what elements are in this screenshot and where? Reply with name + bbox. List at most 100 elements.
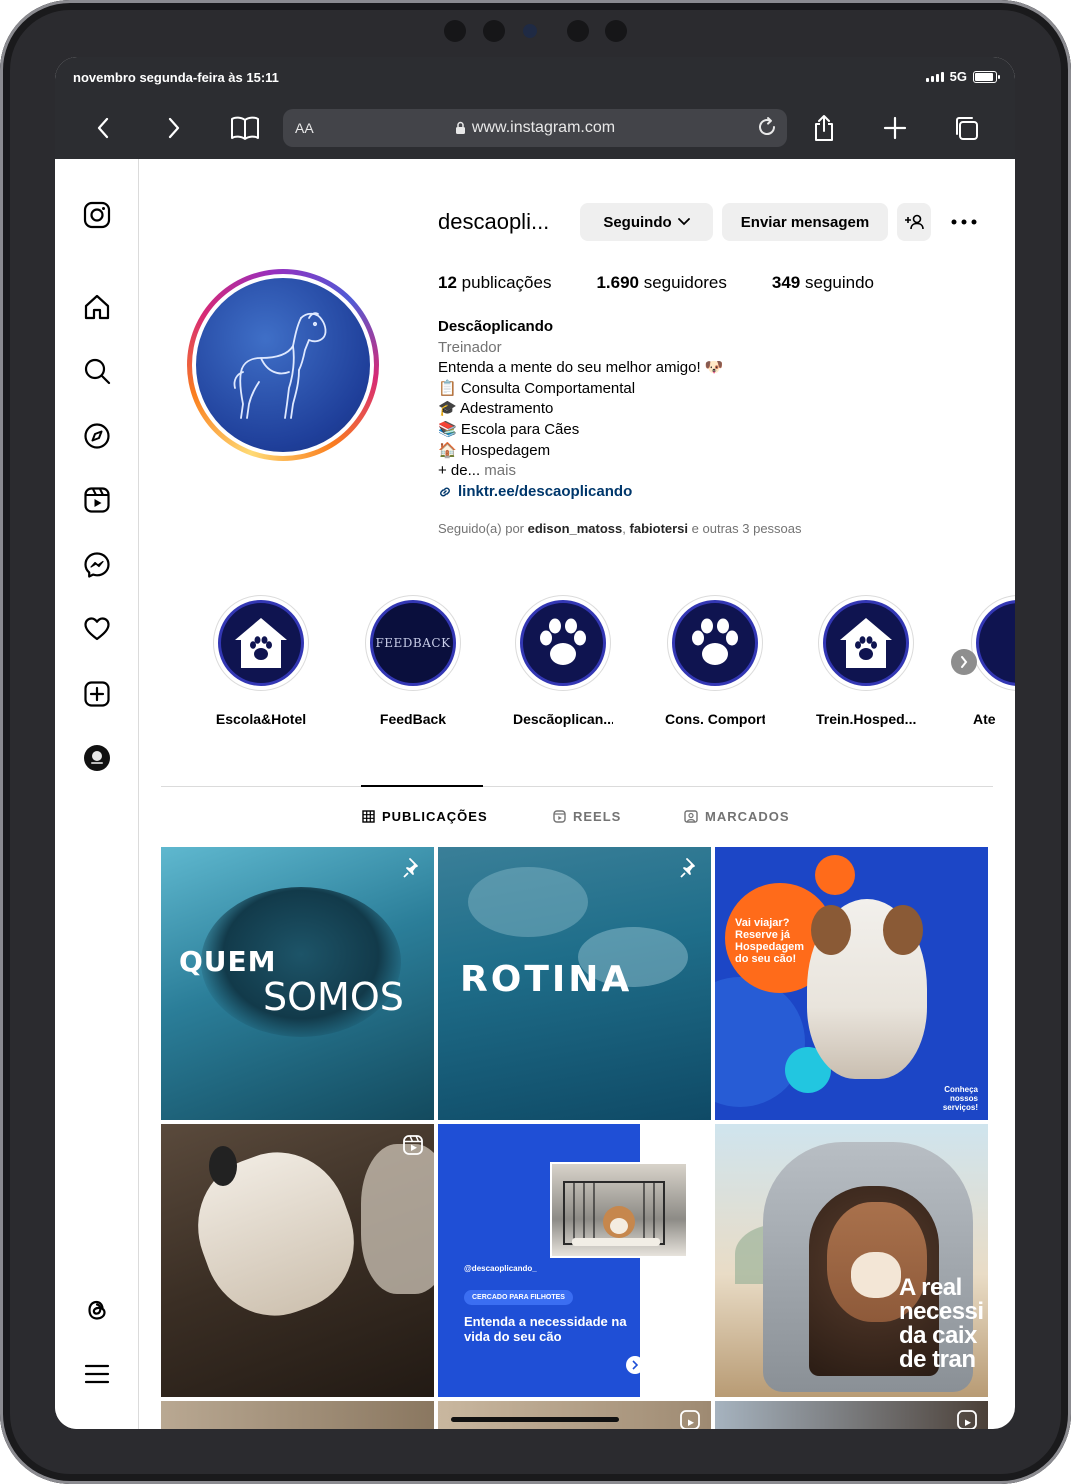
signal-icon (925, 71, 944, 82)
puppy-crate-photo (550, 1162, 688, 1258)
post-tile[interactable] (161, 1124, 434, 1397)
highlight-item[interactable]: Cons. Comport. (665, 595, 765, 727)
send-message-button[interactable]: Enviar mensagem (722, 203, 888, 241)
posts-stat[interactable]: 12 publicações (438, 273, 551, 293)
paw-house-icon (823, 600, 909, 686)
post-subtitle: SOMOS (263, 975, 404, 1019)
bio-line: 📋 Consulta Comportamental (438, 379, 636, 397)
bio-line: 🏠 Hospedagem (438, 441, 551, 459)
post-pill: CERCADO PARA FILHOTES (464, 1290, 573, 1305)
post-title: Vai viajar? Reserve já Hospedagem do seu… (735, 917, 805, 965)
highlight-label: Cons. Comport. (665, 711, 765, 727)
profile-avatar-icon[interactable] (81, 742, 113, 774)
post-subtitle: Conheça nossos serviços! (942, 1085, 978, 1112)
tabs-overview-icon[interactable] (948, 110, 984, 146)
bio-truncated: + de... (438, 462, 481, 480)
instagram-logo-icon[interactable] (81, 199, 113, 231)
highlight-item[interactable]: Descãoplican... (513, 595, 613, 727)
bookmarks-icon[interactable] (227, 110, 263, 146)
post-tile[interactable]: QUEM SOMOS (161, 847, 434, 1120)
post-handle: @descaoplicando_ (464, 1264, 537, 1273)
active-tab-indicator (361, 785, 483, 787)
paw-icon (520, 600, 606, 686)
home-icon[interactable] (81, 291, 113, 323)
chevron-right-icon (961, 656, 968, 668)
tablet-frame: novembro segunda-feira às 15:11 5G AA ww… (0, 0, 1071, 1484)
reel-icon (957, 1410, 977, 1429)
profile-username: descaopli... (438, 209, 550, 234)
highlight-item[interactable]: Escola&Hotel (211, 595, 311, 727)
profile-bio: Descãoplicando Treinador Entenda a mente… (438, 317, 724, 502)
explore-icon[interactable] (81, 420, 113, 452)
messenger-icon[interactable] (81, 549, 113, 581)
dog-photo (178, 1133, 374, 1335)
reels-tab-icon (553, 810, 566, 823)
profile-content: descaopli... Seguindo Enviar mensagem 12… (139, 159, 1015, 1429)
new-tab-icon[interactable] (877, 110, 913, 146)
carousel-next-icon (626, 1356, 644, 1374)
back-button[interactable] (85, 110, 121, 146)
send-message-label: Enviar mensagem (740, 213, 870, 231)
bio-line: 🎓 Adestramento (438, 400, 554, 418)
link-icon (440, 487, 450, 497)
more-options-icon[interactable] (947, 211, 981, 233)
reload-icon[interactable] (755, 115, 779, 144)
highlight-label: Trein.Hosped... (816, 711, 916, 727)
post-tile[interactable]: ROTINA (438, 847, 711, 1120)
search-icon[interactable] (81, 355, 113, 387)
heart-icon[interactable] (81, 613, 113, 645)
lock-icon (455, 121, 465, 134)
post-tile[interactable]: @descaoplicando_ CERCADO PARA FILHOTES E… (438, 1124, 711, 1397)
feedback-cover: FEEDBACK (370, 600, 456, 686)
bio-line: 📚 Escola para Cães (438, 420, 580, 438)
paw-house-icon (218, 600, 304, 686)
post-tile[interactable] (438, 1401, 711, 1429)
suggest-user-button[interactable] (897, 203, 931, 241)
tab-marcados[interactable]: MARCADOS (684, 809, 790, 824)
followers-stat[interactable]: 1.690 seguidores (596, 273, 726, 293)
create-icon[interactable] (81, 678, 113, 710)
tab-publicacoes[interactable]: PUBLICAÇÕES (362, 809, 488, 824)
network-label: 5G (949, 69, 967, 84)
pin-icon (403, 858, 418, 878)
highlight-label: FeedBack (379, 711, 447, 727)
post-title: QUEM (179, 945, 277, 978)
browser-chrome: novembro segunda-feira às 15:11 5G AA ww… (55, 57, 1015, 159)
address-bar[interactable]: AA www.instagram.com (283, 109, 787, 147)
bio-line: Entenda a mente do seu melhor amigo! 🐶 (438, 359, 724, 377)
following-button[interactable]: Seguindo (580, 203, 713, 241)
grid-icon (362, 810, 375, 823)
highlights-next-button[interactable] (951, 649, 977, 675)
post-tile[interactable]: A real necessi da caix de tran (715, 1124, 988, 1397)
highlight-item[interactable]: FEEDBACK FeedBack (363, 595, 463, 727)
forward-button[interactable] (156, 110, 192, 146)
chevron-down-icon (677, 218, 690, 226)
share-icon[interactable] (806, 110, 842, 146)
status-time: novembro segunda-feira às 15:11 (73, 70, 279, 85)
following-stat[interactable]: 349 seguindo (772, 273, 874, 293)
status-indicators: 5G (925, 69, 1000, 84)
camera-dot (605, 20, 627, 42)
profile-category: Treinador (438, 338, 502, 356)
profile-avatar[interactable] (187, 269, 379, 461)
post-tile[interactable]: Vai viajar? Reserve já Hospedagem do seu… (715, 847, 988, 1120)
bio-more-link[interactable]: mais (484, 462, 516, 479)
highlight-item[interactable]: Trein.Hosped... (816, 595, 916, 727)
camera-dot (444, 20, 466, 42)
post-tile[interactable] (715, 1401, 988, 1429)
reel-icon (403, 1135, 423, 1155)
tab-reels[interactable]: REELS (553, 809, 621, 824)
threads-icon[interactable] (81, 1294, 113, 1326)
post-tile[interactable] (161, 1401, 434, 1429)
following-button-label: Seguindo (603, 213, 672, 231)
followed-by[interactable]: Seguido(a) por edison_matoss, fabiotersi… (438, 521, 802, 536)
profile-stats: 12 publicações 1.690 seguidores 349 segu… (438, 273, 874, 293)
menu-icon[interactable] (81, 1358, 113, 1390)
paw-icon (976, 600, 1015, 686)
camera-dot (483, 20, 505, 42)
reel-icon (680, 1410, 700, 1429)
url-display: www.instagram.com (283, 119, 787, 137)
profile-link[interactable]: linktr.ee/descaoplicando (458, 482, 632, 503)
reels-icon[interactable] (81, 484, 113, 516)
home-indicator[interactable] (451, 1417, 619, 1422)
